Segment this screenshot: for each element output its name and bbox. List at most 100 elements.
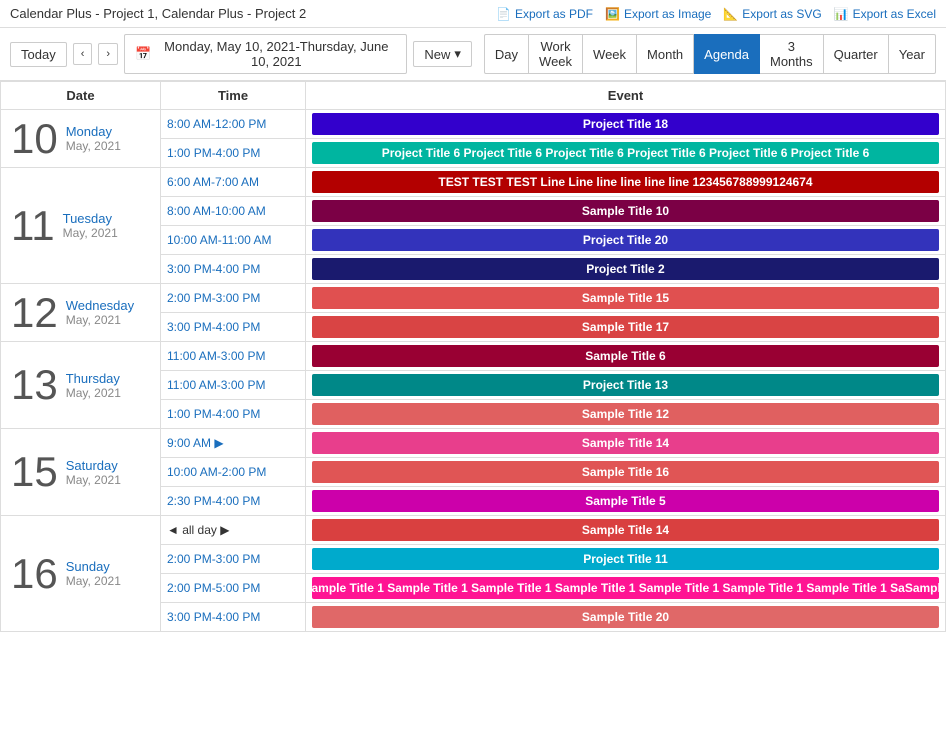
event-cell[interactable]: Project Title 20 [306,226,946,255]
view-quarter-button[interactable]: Quarter [824,34,889,74]
time-cell: 3:00 PM-4:00 PM [161,255,306,284]
time-cell: 10:00 AM-11:00 AM [161,226,306,255]
event-bar[interactable]: Sample Title 1 Sample Title 1 Sample Tit… [312,577,939,599]
time-text: 9:00 AM ▶ [167,436,224,450]
new-button[interactable]: New ▾ [413,41,472,67]
view-day-button[interactable]: Day [484,34,529,74]
calendar-table: Date Time Event 10 Monday May, 2021 8:00… [0,81,946,632]
view-buttons: Day Work Week Week Month Agenda 3 Months… [484,34,936,74]
view-work-week-button[interactable]: Work Week [529,34,583,74]
day-name: Monday [66,124,121,139]
event-bar[interactable]: Sample Title 5 [312,490,939,512]
view-3months-button[interactable]: 3 Months [760,34,824,74]
event-bar[interactable]: Project Title 20 [312,229,939,251]
time-text: 1:00 PM-4:00 PM [167,146,260,160]
day-number: 12 [11,292,58,334]
event-cell[interactable]: Project Title 11 [306,545,946,574]
export-excel-button[interactable]: 📊 Export as Excel [834,7,936,21]
event-bar[interactable]: Project Title 18 [312,113,939,135]
event-bar[interactable]: Sample Title 12 [312,403,939,425]
excel-icon: 📊 [834,7,849,21]
time-text: 11:00 AM-3:00 PM [167,349,266,363]
prev-button[interactable]: ‹ [73,43,93,65]
event-cell[interactable]: Sample Title 6 [306,342,946,371]
event-cell[interactable]: Project Title 6 Project Title 6 Project … [306,139,946,168]
time-text: 8:00 AM-10:00 AM [167,204,266,218]
day-month: May, 2021 [63,226,118,240]
event-bar[interactable]: Project Title 13 [312,374,939,396]
event-cell[interactable]: Sample Title 14 [306,516,946,545]
today-button[interactable]: Today [10,42,67,67]
event-bar[interactable]: Sample Title 14 [312,519,939,541]
event-bar[interactable]: Sample Title 15 [312,287,939,309]
time-text: 3:00 PM-4:00 PM [167,262,260,276]
time-cell: 8:00 AM-10:00 AM [161,197,306,226]
app-title: Calendar Plus - Project 1, Calendar Plus… [10,6,306,21]
date-cell[interactable]: 13 Thursday May, 2021 [1,342,161,429]
day-number: 15 [11,451,58,493]
time-cell: ◄ all day ▶ [161,516,306,545]
time-cell: 10:00 AM-2:00 PM [161,458,306,487]
view-month-button[interactable]: Month [637,34,694,74]
event-bar[interactable]: Sample Title 16 [312,461,939,483]
time-cell: 11:00 AM-3:00 PM [161,371,306,400]
event-cell[interactable]: Sample Title 20 [306,603,946,632]
date-cell[interactable]: 15 Saturday May, 2021 [1,429,161,516]
view-year-button[interactable]: Year [889,34,936,74]
time-cell: 2:00 PM-3:00 PM [161,545,306,574]
day-month: May, 2021 [66,473,121,487]
event-bar[interactable]: Project Title 2 [312,258,939,280]
event-bar[interactable]: Project Title 6 Project Title 6 Project … [312,142,939,164]
event-bar[interactable]: Sample Title 17 [312,316,939,338]
view-agenda-button[interactable]: Agenda [694,34,760,74]
event-bar[interactable]: Sample Title 14 [312,432,939,454]
event-cell[interactable]: Sample Title 14 [306,429,946,458]
date-cell[interactable]: 10 Monday May, 2021 [1,110,161,168]
time-text: 8:00 AM-12:00 PM [167,117,266,131]
event-cell[interactable]: Sample Title 17 [306,313,946,342]
header-time: Time [161,82,306,110]
view-week-button[interactable]: Week [583,34,637,74]
calendar-icon: 📅 [135,46,151,62]
event-cell[interactable]: Project Title 18 [306,110,946,139]
time-text: 2:30 PM-4:00 PM [167,494,260,508]
table-row: 12 Wednesday May, 2021 2:00 PM-3:00 PMSa… [1,284,946,313]
date-range-button[interactable]: 📅 Monday, May 10, 2021-Thursday, June 10… [124,34,407,74]
pdf-icon: 📄 [496,7,511,21]
event-cell[interactable]: Project Title 2 [306,255,946,284]
date-cell[interactable]: 12 Wednesday May, 2021 [1,284,161,342]
time-text: 3:00 PM-4:00 PM [167,610,260,624]
event-cell[interactable]: Project Title 13 [306,371,946,400]
day-name: Saturday [66,458,121,473]
date-cell[interactable]: 11 Tuesday May, 2021 [1,168,161,284]
event-cell[interactable]: TEST TEST TEST Line Line line line line … [306,168,946,197]
time-cell: 2:00 PM-3:00 PM [161,284,306,313]
next-button[interactable]: › [98,43,118,65]
table-row: 15 Saturday May, 2021 9:00 AM ▶Sample Ti… [1,429,946,458]
time-cell: 9:00 AM ▶ [161,429,306,458]
event-cell[interactable]: Sample Title 1 Sample Title 1 Sample Tit… [306,574,946,603]
time-text: 10:00 AM-2:00 PM [167,465,266,479]
day-name: Wednesday [66,298,134,313]
export-image-button[interactable]: 🖼️ Export as Image [605,7,711,21]
event-bar[interactable]: Project Title 11 [312,548,939,570]
time-text: ◄ all day ▶ [167,523,229,537]
event-bar[interactable]: Sample Title 10 [312,200,939,222]
event-bar[interactable]: TEST TEST TEST Line Line line line line … [312,171,939,193]
day-number: 13 [11,364,58,406]
day-month: May, 2021 [66,574,121,588]
time-cell: 2:30 PM-4:00 PM [161,487,306,516]
export-pdf-button[interactable]: 📄 Export as PDF [496,7,593,21]
event-cell[interactable]: Sample Title 16 [306,458,946,487]
event-cell[interactable]: Sample Title 12 [306,400,946,429]
event-cell[interactable]: Sample Title 5 [306,487,946,516]
time-cell: 3:00 PM-4:00 PM [161,313,306,342]
event-bar[interactable]: Sample Title 20 [312,606,939,628]
event-cell[interactable]: Sample Title 10 [306,197,946,226]
dropdown-arrow-icon: ▾ [454,46,461,62]
table-row: 16 Sunday May, 2021 ◄ all day ▶Sample Ti… [1,516,946,545]
date-cell[interactable]: 16 Sunday May, 2021 [1,516,161,632]
event-cell[interactable]: Sample Title 15 [306,284,946,313]
event-bar[interactable]: Sample Title 6 [312,345,939,367]
export-svg-button[interactable]: 📐 Export as SVG [723,7,821,21]
